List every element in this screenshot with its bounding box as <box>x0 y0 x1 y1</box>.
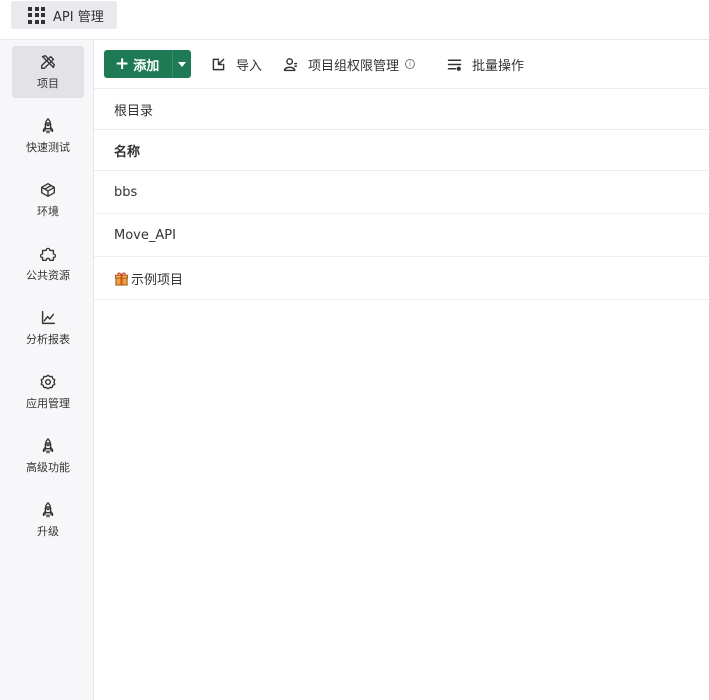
gear-icon <box>40 374 56 390</box>
table-row[interactable]: 示例项目 <box>94 257 709 300</box>
sidebar-item-label: 高级功能 <box>26 461 70 474</box>
rocket-icon <box>42 438 54 454</box>
info-icon[interactable]: i <box>405 59 416 69</box>
list-settings-icon <box>447 58 462 71</box>
sidebar-item-advanced[interactable]: 高级功能 <box>12 430 84 482</box>
project-permission-label: 项目组权限管理 <box>308 58 400 74</box>
add-button-label: 添加 <box>133 58 160 74</box>
sidebar-item-label: 分析报表 <box>26 333 70 346</box>
add-button-group: + 添加 <box>104 50 191 78</box>
plus-icon: + <box>115 53 130 74</box>
sidebar-item-label: 快速测试 <box>26 141 70 154</box>
project-name: 示例项目 <box>131 272 184 288</box>
project-name: bbs <box>114 184 138 200</box>
sidebar-item-label: 应用管理 <box>26 397 70 410</box>
import-button[interactable]: 导入 <box>210 54 262 74</box>
sidebar-item-quick-test[interactable]: 快速测试 <box>12 110 84 162</box>
rocket-icon <box>42 502 54 518</box>
column-header-name: 名称 <box>114 144 141 160</box>
add-button[interactable]: + 添加 <box>104 50 172 78</box>
breadcrumb: 根目录 <box>94 89 709 130</box>
app-title: API 管理 <box>53 9 104 25</box>
sidebar-item-environment[interactable]: 环境 <box>12 174 84 226</box>
puzzle-icon <box>39 247 57 261</box>
chart-line-icon <box>41 310 56 325</box>
app-tab[interactable]: API 管理 <box>11 1 117 29</box>
toolbar: + 添加 导入 项目组权限管理 i 批量操作 <box>94 40 709 89</box>
sidebar-item-label: 项目 <box>37 77 59 90</box>
sidebar-item-label: 升级 <box>37 525 59 538</box>
project-permission-button[interactable]: 项目组权限管理 i <box>282 54 416 74</box>
sidebar-item-projects[interactable]: 项目 <box>12 46 84 98</box>
apps-grid-icon <box>28 6 45 24</box>
batch-operation-label: 批量操作 <box>472 58 525 74</box>
breadcrumb-root[interactable]: 根目录 <box>114 100 153 119</box>
cube-icon <box>41 183 55 197</box>
table-header: 名称 <box>94 130 709 171</box>
sidebar-item-app-management[interactable]: 应用管理 <box>12 366 84 418</box>
sidebar-item-label: 公共资源 <box>26 269 70 282</box>
caret-down-icon <box>178 61 186 67</box>
top-bar: API 管理 <box>0 0 709 40</box>
user-permission-icon <box>283 57 298 71</box>
project-name: Move_API <box>114 227 176 243</box>
gift-icon <box>114 272 129 286</box>
table-row[interactable]: Move_API <box>94 214 709 257</box>
batch-operation-button[interactable]: 批量操作 <box>446 54 524 74</box>
import-label: 导入 <box>236 58 263 74</box>
sidebar-item-analytics[interactable]: 分析报表 <box>12 302 84 354</box>
add-dropdown-toggle[interactable] <box>173 61 191 67</box>
sidebar-item-label: 环境 <box>37 205 59 218</box>
sidebar: 项目 快速测试 环境 公共资源 分析报表 应用管理 高级功能 升级 <box>0 40 94 700</box>
project-table: 名称 bbs Move_API 示例项目 <box>94 130 709 300</box>
import-icon <box>212 58 225 70</box>
rocket-icon <box>42 118 54 134</box>
sidebar-item-public-resources[interactable]: 公共资源 <box>12 238 84 290</box>
sidebar-item-upgrade[interactable]: 升级 <box>12 494 84 546</box>
pencil-ruler-icon <box>41 55 55 69</box>
table-row[interactable]: bbs <box>94 171 709 214</box>
